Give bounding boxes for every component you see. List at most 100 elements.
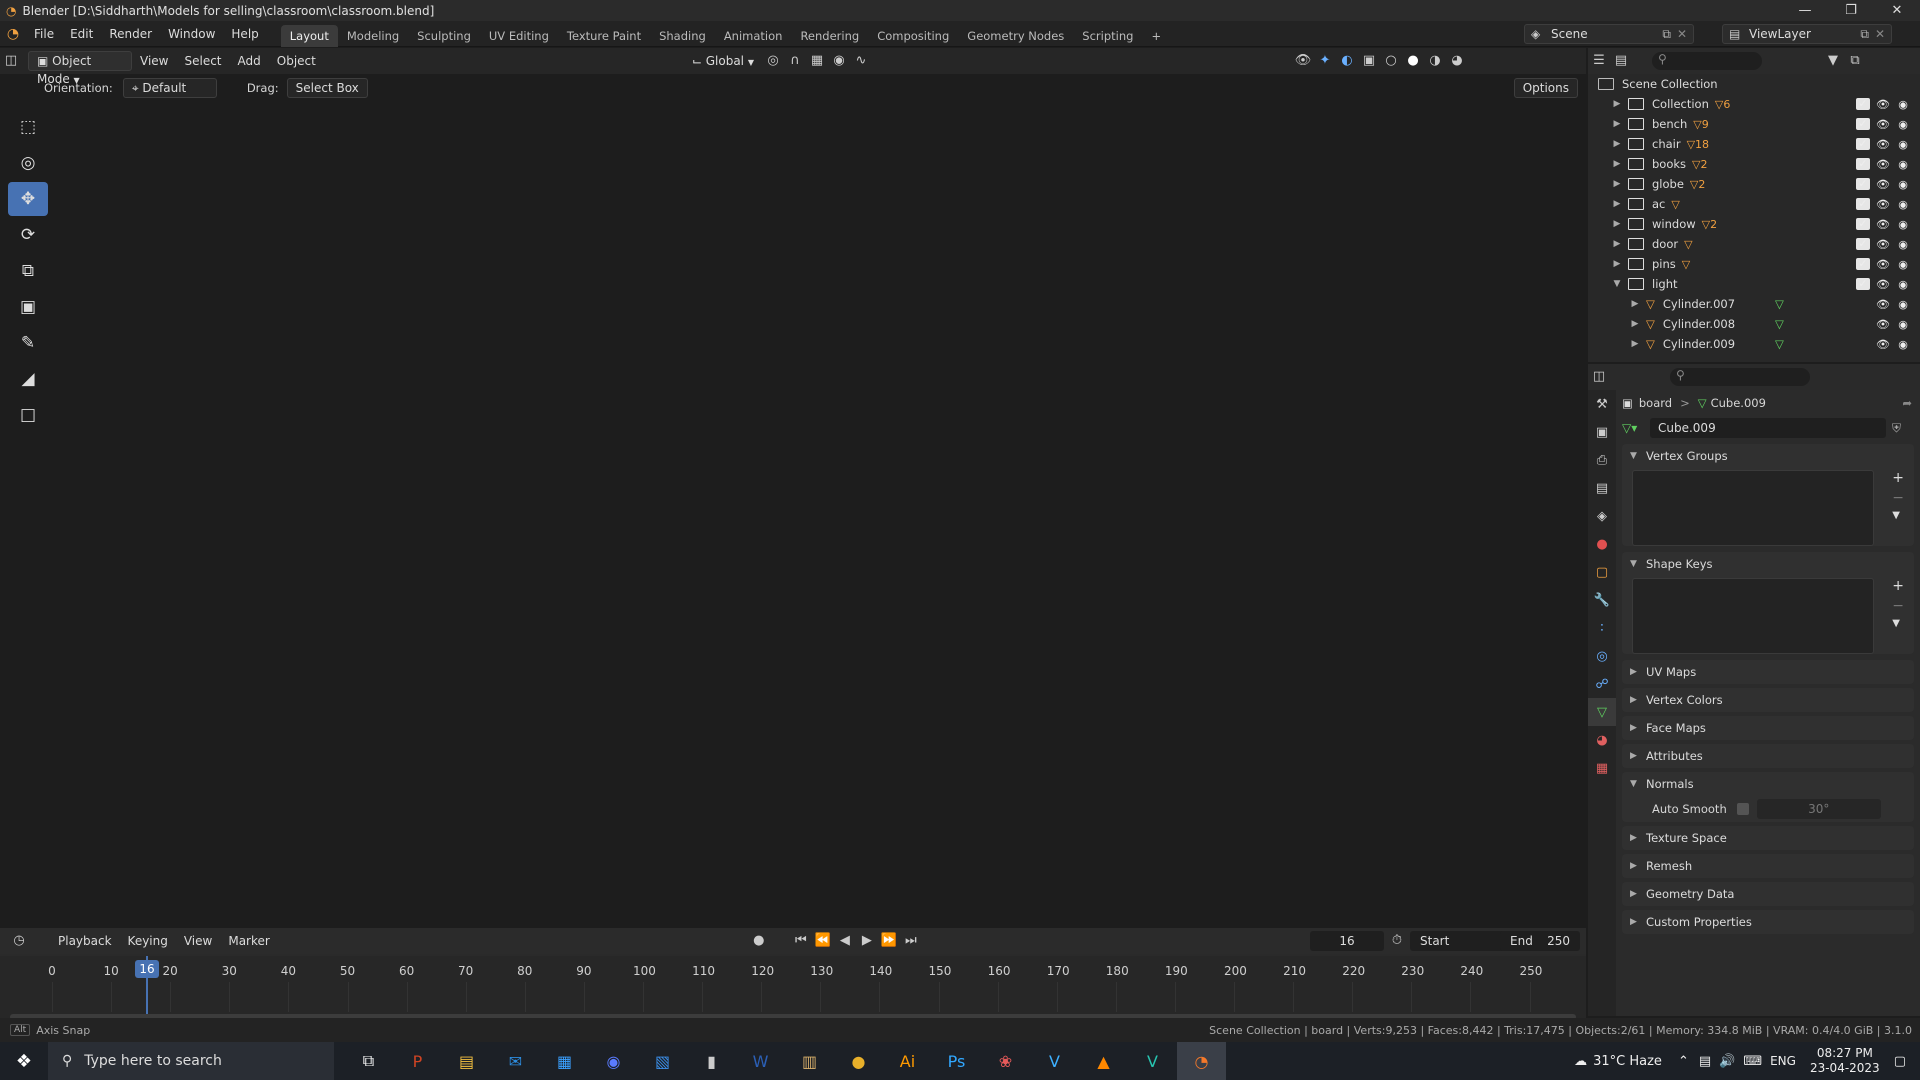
collapsed-arrow-icon[interactable]: ▶ — [1610, 139, 1624, 149]
new-collection-icon[interactable]: ⧉ — [1844, 51, 1866, 71]
panel-header-texture-space[interactable]: ▶ Texture Space — [1622, 826, 1914, 850]
vlc-icon[interactable]: ▲ — [1079, 1042, 1128, 1080]
navigation-gizmo[interactable]: Y Z X — [1493, 110, 1577, 194]
wireframe-shading-icon[interactable]: ○ — [1380, 51, 1402, 71]
docs-icon[interactable]: ▧ — [638, 1042, 687, 1080]
menu-keying[interactable]: Keying — [120, 931, 176, 951]
panel-header-normals[interactable]: ▼ Normals — [1622, 772, 1914, 796]
tab-modeling[interactable]: Modeling — [338, 25, 408, 47]
collapsed-arrow-icon[interactable]: ▶ — [1610, 179, 1624, 189]
collapsed-arrow-icon[interactable]: ▶ — [1610, 159, 1624, 169]
render-camera-icon[interactable]: ◉ — [1896, 138, 1910, 151]
object-mode-dropdown[interactable]: ▣ Object Mode ▼ — [28, 51, 132, 86]
falloff-curve-icon[interactable]: ∿ — [850, 51, 872, 71]
drag-dropdown[interactable]: Select Box — [286, 78, 368, 98]
menu-timeline-view[interactable]: View — [176, 931, 220, 951]
fake-user-shield-icon[interactable]: ⛨ — [1892, 421, 1901, 436]
exclude-checkbox[interactable]: ✓ — [1856, 237, 1870, 250]
store-icon[interactable]: ▦ — [540, 1042, 589, 1080]
render-tab-icon[interactable]: ▣ — [1588, 418, 1616, 446]
jump-end-icon[interactable]: ⏭ — [900, 931, 922, 951]
render-camera-icon[interactable]: ◉ — [1896, 178, 1910, 191]
render-camera-icon[interactable]: ◉ — [1896, 218, 1910, 231]
transform-icon[interactable]: ▣ — [8, 290, 48, 324]
tab-uv-editing[interactable]: UV Editing — [480, 25, 558, 47]
windows-start-icon[interactable]: ❖ — [0, 1042, 48, 1080]
render-camera-icon[interactable]: ◉ — [1896, 298, 1910, 311]
delete-view-layer-icon[interactable]: ✕ — [1875, 25, 1885, 43]
snap-increment-icon[interactable]: ▦ — [806, 51, 828, 71]
eye-icon[interactable]: 👁 — [1876, 98, 1890, 111]
render-camera-icon[interactable]: ◉ — [1896, 258, 1910, 271]
solid-shading-icon[interactable]: ● — [1402, 51, 1424, 71]
overlay-toggle-icon[interactable]: ◐ — [1336, 51, 1358, 71]
new-scene-icon[interactable]: ⧉ — [1662, 25, 1671, 43]
minimize-button[interactable]: — — [1782, 0, 1828, 21]
blender-menu-icon[interactable]: ◔ — [0, 21, 26, 47]
chevron-down-icon[interactable]: ▼ — [1892, 510, 1904, 530]
pan-hand-icon[interactable]: ✋ — [1548, 236, 1576, 264]
new-view-layer-icon[interactable]: ⧉ — [1860, 25, 1869, 43]
panel-header-geometry-data[interactable]: ▶ Geometry Data — [1622, 882, 1914, 906]
menu-object[interactable]: Object — [269, 51, 324, 71]
tab-shading[interactable]: Shading — [650, 25, 715, 47]
task-view-icon[interactable]: ⧉ — [344, 1042, 393, 1080]
clock[interactable]: 08:27 PM 23-04-2023 — [1810, 1046, 1880, 1076]
outliner-search-field[interactable]: ⚲ — [1652, 52, 1762, 70]
chevron-down-icon[interactable]: ▼ — [1892, 618, 1904, 638]
outliner-item-books[interactable]: ▶ books ▽2 ✓ 👁 ◉ — [1588, 154, 1920, 174]
collapsed-arrow-icon[interactable]: ▶ — [1610, 219, 1624, 229]
editor-type-icon[interactable]: ◫ — [0, 51, 22, 71]
menu-window[interactable]: Window — [160, 21, 223, 47]
close-button[interactable]: ✕ — [1874, 0, 1920, 21]
exclude-checkbox[interactable]: ✓ — [1856, 197, 1870, 210]
tab-texture-paint[interactable]: Texture Paint — [558, 25, 650, 47]
add-icon[interactable]: + — [1892, 578, 1904, 598]
add-cube-icon[interactable]: □ — [8, 398, 48, 432]
powerpoint-icon[interactable]: P — [393, 1042, 442, 1080]
remove-icon[interactable]: − — [1892, 598, 1904, 618]
render-camera-icon[interactable]: ◉ — [1896, 278, 1910, 291]
add-workspace-button[interactable]: + — [1142, 25, 1170, 47]
modifier-tab-icon[interactable]: 🔧 — [1588, 586, 1616, 614]
eye-icon[interactable]: 👁 — [1876, 118, 1890, 131]
collapsed-arrow-icon[interactable]: ▶ — [1628, 339, 1642, 349]
collapsed-arrow-icon[interactable]: ▶ — [1610, 239, 1624, 249]
network-icon[interactable]: ▤ — [1699, 1054, 1711, 1069]
end-frame-field[interactable]: End 250 — [1500, 931, 1580, 951]
rendered-shading-icon[interactable]: ◕ — [1446, 51, 1468, 71]
move-icon[interactable]: ✥ — [8, 182, 48, 216]
menu-add[interactable]: Add — [230, 51, 269, 71]
menu-file[interactable]: File — [26, 21, 62, 47]
world-tab-icon[interactable]: ● — [1588, 530, 1616, 558]
vuforia-icon[interactable]: V — [1030, 1042, 1079, 1080]
particles-tab-icon[interactable]: ∶ — [1588, 614, 1616, 642]
gizmo-toggle-icon[interactable]: ✦ — [1314, 51, 1336, 71]
tool-tab-icon[interactable]: ⚒ — [1588, 390, 1616, 418]
taskbar-search[interactable]: ⚲ Type here to search — [48, 1042, 334, 1080]
rotate-icon[interactable]: ⟳ — [8, 218, 48, 252]
sketch-icon[interactable]: ❀ — [981, 1042, 1030, 1080]
remove-icon[interactable]: − — [1892, 490, 1904, 510]
menu-playback[interactable]: Playback — [50, 931, 120, 951]
outliner-root[interactable]: Scene Collection — [1588, 74, 1920, 94]
mesh-browse-icon[interactable]: ▽▾ — [1622, 421, 1646, 435]
eye-icon[interactable]: 👁 — [1876, 318, 1890, 331]
play-reverse-icon[interactable]: ◀ — [834, 931, 856, 951]
view-layer-selector[interactable]: ▤ ViewLayer ⧉ ✕ — [1722, 24, 1892, 44]
pin-icon[interactable]: ➦ — [1902, 396, 1912, 410]
outliner-item-window[interactable]: ▶ window ▽2 ✓ 👁 ◉ — [1588, 214, 1920, 234]
outliner-item-collection[interactable]: ▶ Collection ▽6 ✓ 👁 ◉ — [1588, 94, 1920, 114]
timeline-editor-icon[interactable]: ◷ — [8, 931, 30, 951]
shape-keys-list[interactable] — [1632, 578, 1874, 654]
blender-icon[interactable]: ◔ — [1177, 1042, 1226, 1080]
eye-icon[interactable]: 👁 — [1876, 278, 1890, 291]
delete-scene-icon[interactable]: ✕ — [1677, 25, 1687, 43]
outliner-item-bench[interactable]: ▶ bench ▽9 ✓ 👁 ◉ — [1588, 114, 1920, 134]
outliner-child-cylinder-007[interactable]: ▶ ▽ Cylinder.007 ▽ 👁 ◉ — [1588, 294, 1920, 314]
mesh-name-field[interactable]: Cube.009 — [1650, 418, 1886, 438]
eye-icon[interactable]: 👁 — [1876, 218, 1890, 231]
render-camera-icon[interactable]: ◉ — [1896, 318, 1910, 331]
collapsed-arrow-icon[interactable]: ▶ — [1628, 299, 1642, 309]
vertex-groups-list[interactable] — [1632, 470, 1874, 546]
